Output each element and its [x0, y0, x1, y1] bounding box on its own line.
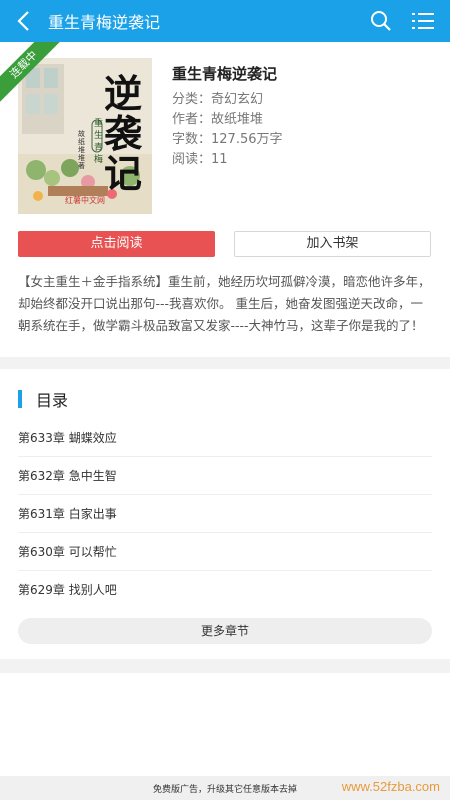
- book-meta: 重生青梅逆袭记 分类：奇幻玄幻 作者：故纸堆堆 字数：127.56万字 阅读：1…: [172, 58, 283, 170]
- section-divider: [0, 357, 450, 369]
- book-reads: 阅读：11: [172, 152, 228, 167]
- book-description: 【女主重生＋金手指系统】重生前，她经历坎坷孤僻冷漠，暗恋他许多年，却始终都没开口…: [18, 274, 431, 333]
- add-to-shelf-button[interactable]: 加入书架: [234, 231, 431, 257]
- search-button[interactable]: [360, 0, 402, 42]
- back-arrow-icon: [17, 11, 29, 31]
- read-button[interactable]: 点击阅读: [18, 231, 215, 257]
- menu-button[interactable]: [402, 0, 444, 42]
- cover-author: 故纸堆堆著: [78, 130, 85, 170]
- catalog-section: 目录 第633章 蝴蝶效应 第632章 急中生智 第631章 白家出事 第630…: [0, 369, 450, 659]
- chapter-item[interactable]: 第630章 可以帮忙: [18, 533, 432, 571]
- book-word-count: 字数：127.56万字: [172, 132, 283, 147]
- book-category: 分类：奇幻玄幻: [172, 92, 264, 107]
- list-menu-icon: [412, 13, 434, 29]
- more-chapters-button[interactable]: 更多章节: [18, 618, 432, 644]
- top-bar: 重生青梅逆袭记: [0, 0, 450, 42]
- page-title: 重生青梅逆袭记: [48, 13, 161, 32]
- cover-title: 逆袭记: [104, 71, 143, 196]
- catalog-header: 目录: [18, 389, 69, 410]
- book-author: 作者：故纸堆堆: [172, 112, 264, 127]
- catalog-accent-bar: [18, 390, 22, 408]
- back-button[interactable]: [0, 0, 46, 42]
- chapter-item[interactable]: 第629章 找别人吧: [18, 571, 432, 609]
- ad-banner[interactable]: 免费版广告，升级其它任意版本去掉 www.52fzba.com: [0, 776, 450, 800]
- watermark: www.52fzba.com: [341, 779, 440, 794]
- book-info-section: 逆袭记 重生青梅 故纸堆堆著 红薯中文网 重生青梅逆袭记 分类：奇幻玄幻 作者：…: [0, 42, 450, 357]
- book-name: 重生青梅逆袭记: [172, 65, 278, 83]
- status-ribbon: 连载中: [0, 42, 66, 108]
- status-badge: 连载中: [0, 42, 65, 106]
- chapter-item[interactable]: 第631章 白家出事: [18, 495, 432, 533]
- chapter-item[interactable]: 第632章 急中生智: [18, 457, 432, 495]
- cover-subtitle: 重生青梅: [94, 119, 104, 165]
- cover-publisher: 红薯中文网: [65, 196, 105, 205]
- search-icon: [371, 11, 391, 31]
- chapter-item[interactable]: 第633章 蝴蝶效应: [18, 419, 432, 457]
- catalog-title: 目录: [36, 391, 69, 410]
- section-divider: [0, 659, 450, 673]
